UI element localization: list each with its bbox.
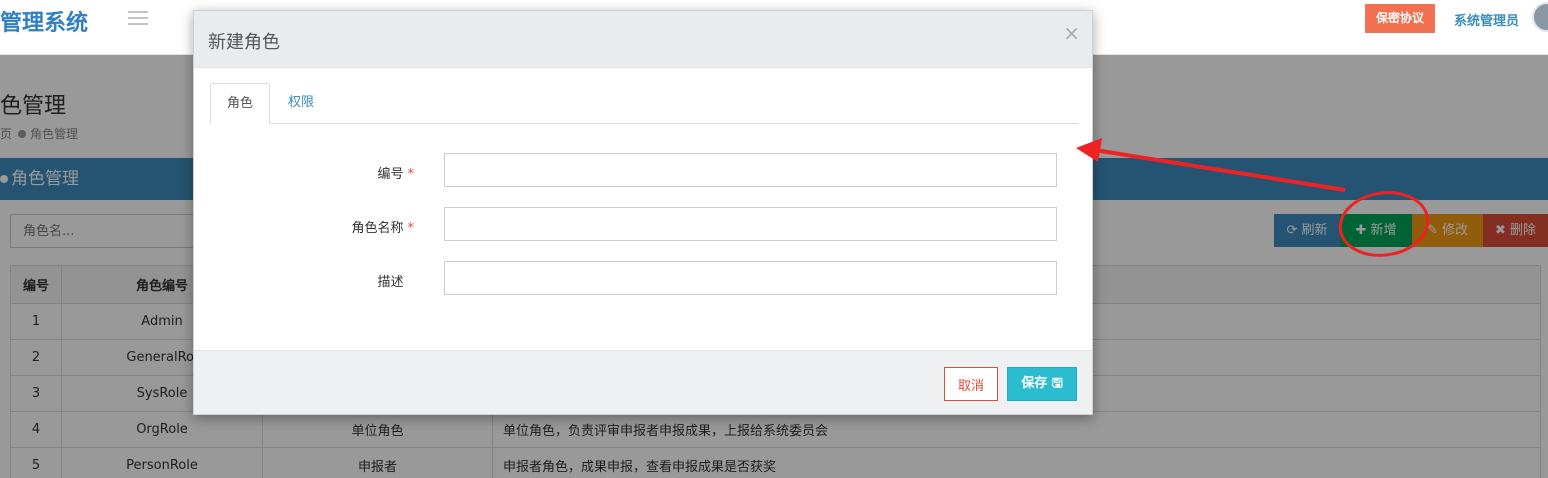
required-mark: *: [407, 221, 415, 236]
modal-footer: 取消 保存 🖫: [194, 350, 1092, 414]
required-mark: *: [407, 167, 415, 182]
secret-agreement-button[interactable]: 保密协议: [1365, 4, 1435, 33]
floppy-icon: 🖫: [1051, 376, 1063, 391]
tab-role[interactable]: 角色: [210, 83, 271, 124]
modal-tabs: 角色 权限: [210, 83, 1078, 124]
hamburger-icon[interactable]: [128, 11, 148, 25]
app-brand: 管理系统: [0, 11, 89, 36]
avatar[interactable]: [1532, 2, 1548, 32]
tab-permission[interactable]: 权限: [272, 83, 330, 124]
role-name-input[interactable]: [444, 207, 1057, 241]
role-desc-input[interactable]: [444, 261, 1057, 295]
code-label: 编号 *: [377, 167, 415, 182]
cancel-button[interactable]: 取消: [944, 367, 998, 401]
modal-header: 新建角色 ×: [194, 11, 1092, 68]
save-button[interactable]: 保存 🖫: [1007, 367, 1077, 401]
desc-label: 描述*: [377, 275, 404, 290]
role-code-input[interactable]: [444, 153, 1057, 187]
role-name-label: 角色名称 *: [351, 221, 415, 236]
modal-title: 新建角色: [208, 32, 280, 53]
new-role-modal: 新建角色 × 角色 权限 编号* 角色名称* 描述* 取消 保存 🖫: [193, 10, 1093, 415]
user-name[interactable]: 系统管理员: [1454, 10, 1519, 29]
close-icon[interactable]: ×: [1063, 21, 1080, 45]
